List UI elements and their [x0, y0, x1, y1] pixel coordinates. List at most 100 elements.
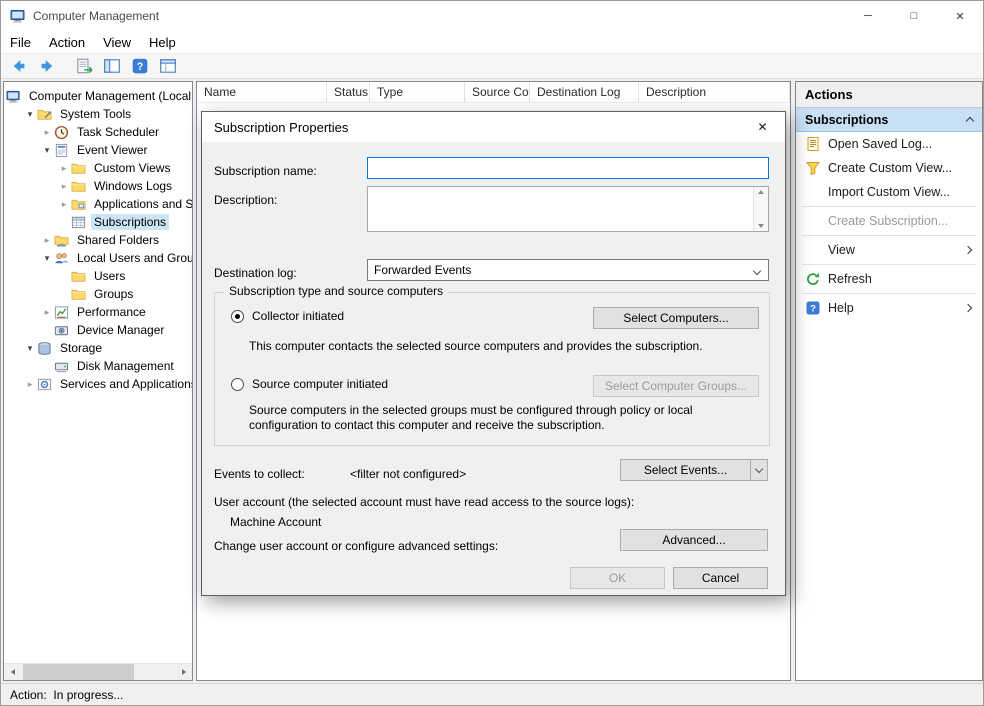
expander-collapsed-icon[interactable]: ▸: [57, 197, 71, 211]
menu-file[interactable]: File: [1, 33, 40, 52]
expander-collapsed-icon[interactable]: ▸: [40, 233, 54, 247]
scroll-right-button[interactable]: [175, 664, 192, 680]
actions-list: Open Saved Log...Create Custom View...Im…: [796, 132, 982, 320]
close-button[interactable]: ✕: [937, 1, 983, 31]
cancel-button[interactable]: Cancel: [673, 567, 768, 589]
tree-item-device-manager[interactable]: Device Manager: [4, 321, 192, 339]
action-create-custom-view[interactable]: Create Custom View...: [796, 156, 982, 180]
computer-management-window: Computer Management ─ □ ✕ FileActionView…: [0, 0, 984, 706]
tree-horizontal-scrollbar[interactable]: [4, 663, 192, 680]
action-import-custom-view[interactable]: Import Custom View...: [796, 180, 982, 204]
actions-header: Actions: [796, 82, 982, 108]
action-help[interactable]: ?Help: [796, 296, 982, 320]
actions-separator: [802, 206, 976, 207]
select-computers-button[interactable]: Select Computers...: [593, 307, 759, 329]
column-header-description[interactable]: Description: [639, 82, 790, 102]
tree-item-services-and-applications[interactable]: ▸Services and Applications: [4, 375, 192, 393]
app-icon: [10, 8, 26, 24]
action-open-saved-log[interactable]: Open Saved Log...: [796, 132, 982, 156]
tree-item-local-users-and-groups[interactable]: ▾ Local Users and Groups: [4, 249, 192, 267]
tree-item-system-tools[interactable]: ▾System Tools: [4, 105, 192, 123]
column-header-name[interactable]: Name: [197, 82, 327, 102]
menu-action[interactable]: Action: [40, 33, 94, 52]
actions-group-subscriptions[interactable]: Subscriptions: [796, 108, 982, 132]
tree-item-disk-management[interactable]: Disk Management: [4, 357, 192, 375]
tree-item-label: Users: [91, 268, 128, 284]
column-header-type[interactable]: Type: [370, 82, 465, 102]
column-header-source-co[interactable]: Source Co...: [465, 82, 530, 102]
destination-log-select[interactable]: Forwarded Events: [367, 259, 769, 281]
column-header-status[interactable]: Status: [327, 82, 370, 102]
folder-icon: [71, 179, 86, 194]
actions-separator: [802, 264, 976, 265]
toolbar-export-list-button[interactable]: [71, 55, 96, 77]
menu-view[interactable]: View: [94, 33, 140, 52]
scroll-up-icon[interactable]: [758, 190, 764, 194]
toolbar-console-window-button[interactable]: [155, 55, 180, 77]
tree-item-computer-management-local[interactable]: Computer Management (Local: [4, 87, 192, 105]
select-events-button[interactable]: Select Events...: [620, 459, 768, 481]
scroll-down-icon[interactable]: [758, 224, 764, 228]
expander-expanded-icon[interactable]: ▾: [40, 143, 54, 157]
toolbar-console-tree-button[interactable]: [99, 55, 124, 77]
column-header-destination-log[interactable]: Destination Log: [530, 82, 639, 102]
action-refresh[interactable]: Refresh: [796, 267, 982, 291]
tree-item-applications-and-se[interactable]: ▸Applications and Se: [4, 195, 192, 213]
action-icon-spacer: [805, 242, 821, 258]
task-scheduler-icon: [54, 125, 69, 140]
dialog-close-button[interactable]: ✕: [740, 112, 785, 142]
tree-item-task-scheduler[interactable]: ▸Task Scheduler: [4, 123, 192, 141]
svg-text:?: ?: [136, 61, 143, 73]
action-create-subscription: Create Subscription...: [796, 209, 982, 233]
minimize-button[interactable]: ─: [845, 1, 891, 31]
chevron-right-icon: [964, 304, 972, 312]
description-label: Description:: [214, 193, 277, 207]
description-input[interactable]: [367, 186, 769, 232]
collector-initiated-radio[interactable]: Collector initiated: [231, 309, 344, 323]
description-scrollbar[interactable]: [753, 187, 768, 231]
tree-item-custom-views[interactable]: ▸ Custom Views: [4, 159, 192, 177]
expander-expanded-icon[interactable]: ▾: [40, 251, 54, 265]
expander-collapsed-icon[interactable]: ▸: [40, 305, 54, 319]
advanced-button[interactable]: Advanced...: [620, 529, 768, 551]
tree-item-event-viewer[interactable]: ▾Event Viewer: [4, 141, 192, 159]
toolbar-help-button[interactable]: ?: [127, 55, 152, 77]
svg-text:?: ?: [810, 304, 816, 315]
tree-item-subscriptions[interactable]: Subscriptions: [4, 213, 192, 231]
toolbar-forward-button[interactable]: [34, 55, 59, 77]
titlebar: Computer Management ─ □ ✕: [1, 1, 983, 31]
select-events-dropdown[interactable]: [750, 460, 767, 480]
scrollbar-thumb[interactable]: [23, 664, 134, 680]
tree-item-label: Local Users and Groups: [74, 250, 192, 266]
expander-collapsed-icon[interactable]: ▸: [40, 125, 54, 139]
maximize-button[interactable]: □: [891, 1, 937, 31]
tree-item-groups[interactable]: Groups: [4, 285, 192, 303]
tree-item-performance[interactable]: ▸Performance: [4, 303, 192, 321]
source-computer-initiated-radio[interactable]: Source computer initiated: [231, 377, 388, 391]
performance-icon: [54, 305, 69, 320]
tree-item-shared-folders[interactable]: ▸Shared Folders: [4, 231, 192, 249]
scroll-left-button[interactable]: [4, 664, 21, 680]
shared-folders-icon: [54, 233, 69, 248]
chevron-down-icon: [755, 464, 763, 472]
collapse-button[interactable]: [967, 113, 973, 127]
tree-item-users[interactable]: Users: [4, 267, 192, 285]
toolbar-back-button[interactable]: [6, 55, 31, 77]
tree-item-label: Custom Views: [91, 160, 173, 176]
console-window-icon: [159, 57, 177, 75]
expander-collapsed-icon[interactable]: ▸: [57, 179, 71, 193]
list-column-headers: NameStatusTypeSource Co...Destination Lo…: [197, 82, 790, 103]
expander-collapsed-icon[interactable]: ▸: [57, 161, 71, 175]
help-icon: ?: [805, 300, 821, 316]
expander-collapsed-icon[interactable]: ▸: [23, 377, 37, 391]
tree-item-windows-logs[interactable]: ▸Windows Logs: [4, 177, 192, 195]
expander-expanded-icon[interactable]: ▾: [23, 341, 37, 355]
back-icon: [10, 57, 28, 75]
expander-expanded-icon[interactable]: ▾: [23, 107, 37, 121]
subscription-name-input[interactable]: [367, 157, 769, 179]
action-view[interactable]: View: [796, 238, 982, 262]
scrollbar-track[interactable]: [21, 664, 175, 680]
menu-help[interactable]: Help: [140, 33, 185, 52]
tree-item-storage[interactable]: ▾Storage: [4, 339, 192, 357]
scroll-right-icon: [182, 669, 186, 675]
